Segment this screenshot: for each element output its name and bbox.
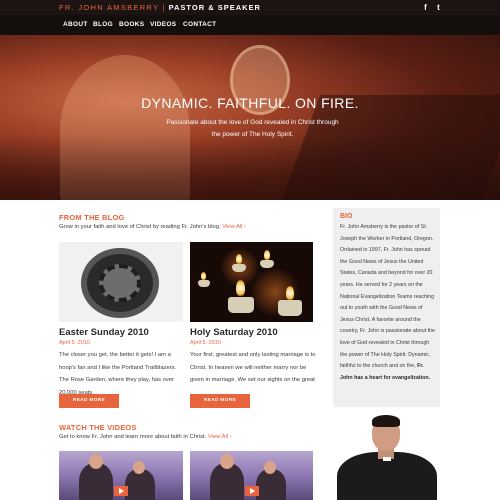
post-image-easter[interactable]	[59, 242, 183, 322]
portrait-photo	[333, 407, 440, 500]
videos-description-text: Get to know Fr. John and learn more abou…	[59, 434, 207, 440]
portrait-hair	[372, 415, 400, 427]
videos-heading: WATCH THE VIDEOS	[59, 423, 137, 432]
main-nav: ABOUT BLOG BOOKS VIDEOS CONTACT	[0, 15, 500, 35]
candle-flame	[201, 272, 206, 280]
post-image-candles[interactable]	[190, 242, 313, 322]
candle-flame	[236, 280, 245, 296]
post-title-holy-saturday[interactable]: Holy Saturday 2010	[190, 327, 278, 338]
candle	[198, 280, 210, 287]
video-face	[220, 454, 234, 469]
candle	[228, 297, 254, 313]
twitter-icon[interactable]: t	[434, 3, 443, 12]
bio-body: Fr. John Amsberry is the pastor of St. J…	[340, 224, 436, 370]
candle-flame	[236, 254, 242, 264]
videos-view-all-link[interactable]: View All ›	[208, 434, 232, 440]
nav-item-books[interactable]: BOOKS	[119, 21, 144, 28]
read-more-button[interactable]: READ MORE	[59, 394, 119, 408]
play-icon[interactable]	[245, 486, 259, 496]
post-date-easter: April 5, 2010	[59, 340, 90, 346]
blog-heading: FROM THE BLOG	[59, 213, 125, 222]
videos-view-all-label: View All	[207, 434, 229, 440]
chevron-right-icon: ›	[244, 224, 246, 230]
video-face	[133, 461, 145, 474]
brand-name: FR. JOHN AMSBERRY	[59, 3, 160, 12]
candle-flame	[264, 250, 270, 260]
blog-description: Grow in your faith and love of Christ by…	[59, 224, 246, 230]
post-excerpt-holy-saturday: Your first, greatest and only lasting ma…	[190, 352, 316, 383]
post-date-holy-saturday: April 5, 2010	[190, 340, 221, 346]
post-excerpt-easter: The closer you get, the better it gets! …	[59, 352, 177, 396]
read-more-button[interactable]: READ MORE	[190, 394, 250, 408]
nav-item-about[interactable]: ABOUT	[63, 21, 88, 28]
candle	[232, 264, 246, 272]
hero-banner: DYNAMIC. FAITHFUL. ON FIRE. Passionate a…	[0, 35, 500, 200]
candle	[260, 260, 274, 268]
video-face	[89, 454, 103, 469]
blog-view-all-link[interactable]: View All ›	[222, 224, 246, 230]
candle-flame	[286, 286, 294, 300]
post-title-easter[interactable]: Easter Sunday 2010	[59, 327, 149, 338]
top-brand-bar: FR. JOHN AMSBERRY | PASTOR & SPEAKER f t	[0, 0, 500, 15]
videos-description: Get to know Fr. John and learn more abou…	[59, 434, 232, 440]
bio-text: Fr. John Amsberry is the pastor of St. J…	[340, 222, 436, 384]
nav-item-contact[interactable]: CONTACT	[183, 21, 216, 28]
candle	[278, 300, 302, 316]
chevron-right-icon: ›	[229, 434, 232, 440]
video-thumbnail[interactable]	[59, 451, 183, 500]
nav-item-videos[interactable]: VIDEOS	[150, 21, 176, 28]
blog-view-all-label: View All	[222, 224, 243, 230]
brand-separator: |	[162, 3, 166, 12]
nav-item-blog[interactable]: BLOG	[93, 21, 113, 28]
play-icon[interactable]	[114, 486, 128, 496]
bio-heading: BIO	[340, 213, 353, 220]
ornament-center	[99, 264, 141, 302]
hero-subtitle: Passionate about the love of God reveale…	[166, 119, 339, 138]
blog-description-text: Grow in your faith and love of Christ by…	[59, 224, 221, 230]
video-thumbnail[interactable]	[190, 451, 313, 500]
video-face	[264, 461, 276, 474]
clerical-collar	[383, 457, 391, 461]
brand-role: PASTOR & SPEAKER	[168, 3, 261, 12]
facebook-icon[interactable]: f	[421, 3, 430, 12]
site-brand[interactable]: FR. JOHN AMSBERRY | PASTOR & SPEAKER	[59, 3, 261, 12]
hero-title: DYNAMIC. FAITHFUL. ON FIRE.	[141, 95, 359, 111]
